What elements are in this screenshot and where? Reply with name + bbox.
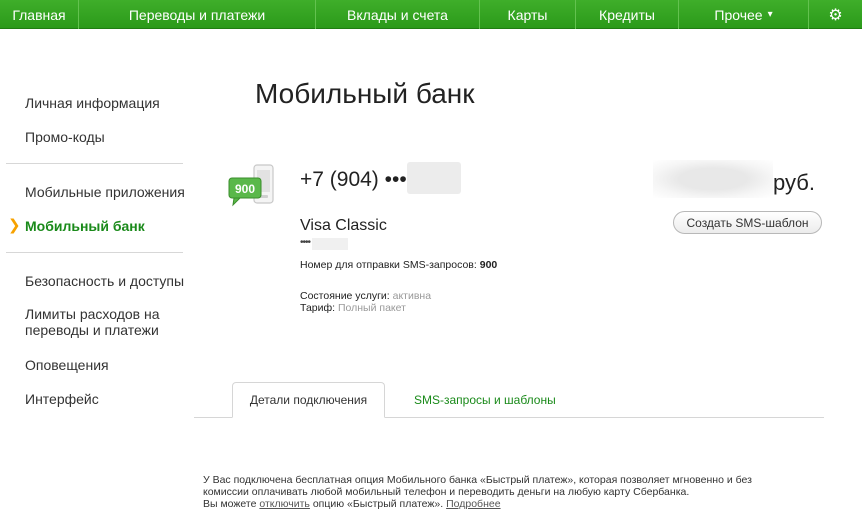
- sms-number-value: 900: [479, 259, 498, 271]
- service-status-label: Состояние услуги:: [300, 290, 390, 302]
- phone-number: +7 (904) •••: [300, 168, 407, 191]
- masked-card-number: [312, 238, 348, 250]
- nav-cards[interactable]: Карты: [480, 0, 576, 29]
- nav-more-label: Прочее: [714, 6, 763, 23]
- tariff-value: Полный пакет: [337, 302, 406, 314]
- nav-home-label: Главная: [12, 6, 66, 23]
- tab-connection-details[interactable]: Детали подключения: [232, 382, 385, 418]
- sms-number-label: Номер для отправки SMS-запросов:: [300, 259, 477, 271]
- sidebar-item-security[interactable]: Безопасность и доступы: [25, 273, 184, 289]
- top-navigation: Главная Переводы и платежи Вклады и счет…: [0, 0, 862, 29]
- tab-connection-details-label: Детали подключения: [249, 393, 368, 407]
- nav-credits-label: Кредиты: [599, 6, 655, 23]
- nav-cards-label: Карты: [507, 6, 548, 23]
- sidebar-item-mobile-apps[interactable]: Мобильные приложения: [25, 184, 185, 200]
- sidebar-item-mobile-bank[interactable]: Мобильный банк: [25, 218, 145, 234]
- nav-transfers-payments[interactable]: Переводы и платежи: [79, 0, 316, 29]
- masked-balance: [653, 160, 773, 198]
- mobile-bank-sms-icon: 900: [228, 164, 276, 208]
- masked-phone-digits: [407, 162, 461, 194]
- gear-icon: ⚙: [828, 6, 843, 24]
- tariff-row: Тариф: Полный пакет: [300, 302, 406, 314]
- sidebar-divider: [6, 163, 183, 164]
- sidebar-item-limits[interactable]: Лимиты расходов на переводы и платежи: [25, 306, 175, 338]
- nav-more[interactable]: Прочее ▾: [679, 0, 809, 29]
- nav-deposits-label: Вклады и счета: [347, 6, 448, 23]
- disable-quick-payment-link[interactable]: отключить: [259, 498, 310, 510]
- chevron-down-icon: ▾: [767, 9, 773, 20]
- service-status-value: активна: [392, 290, 432, 302]
- sidebar-divider: [6, 252, 183, 253]
- info-prefix: Вы можете: [203, 498, 257, 510]
- tab-sms-requests-templates[interactable]: SMS-запросы и шаблоны: [414, 393, 556, 407]
- nav-home[interactable]: Главная: [0, 0, 79, 29]
- more-info-link[interactable]: Подробнее: [446, 498, 500, 510]
- sidebar-item-interface[interactable]: Интерфейс: [25, 391, 99, 407]
- quick-payment-info-line-1: У Вас подключена бесплатная опция Мобиль…: [203, 474, 752, 486]
- nav-transfers-label: Переводы и платежи: [128, 6, 266, 23]
- active-item-arrow-icon: ❯: [8, 217, 21, 234]
- sidebar-item-promo-codes[interactable]: Промо-коды: [25, 129, 105, 145]
- balance-currency: руб.: [773, 170, 815, 195]
- nav-credits[interactable]: Кредиты: [576, 0, 679, 29]
- sidebar-item-personal-info[interactable]: Личная информация: [25, 95, 160, 111]
- create-sms-template-button[interactable]: Создать SMS-шаблон: [673, 211, 822, 234]
- quick-payment-info-line-2: комиссии оплачивать любой мобильный теле…: [203, 486, 690, 498]
- sms-icon-number: 900: [235, 182, 255, 196]
- page-title: Мобильный банк: [255, 78, 475, 109]
- sidebar-item-notifications[interactable]: Оповещения: [25, 357, 109, 373]
- nav-settings[interactable]: ⚙: [809, 0, 862, 29]
- quick-payment-info-line-3: Вы можете отключить опцию «Быстрый плате…: [203, 498, 803, 510]
- sms-number-row: Номер для отправки SMS-запросов: 900: [300, 259, 497, 271]
- nav-deposits-accounts[interactable]: Вклады и счета: [316, 0, 480, 29]
- service-status-row: Состояние услуги: активна: [300, 290, 431, 302]
- card-name: Visa Classic: [300, 217, 387, 234]
- info-middle: опцию «Быстрый платеж».: [312, 498, 444, 510]
- card-number: ••••: [300, 237, 311, 248]
- tariff-label: Тариф:: [300, 302, 336, 314]
